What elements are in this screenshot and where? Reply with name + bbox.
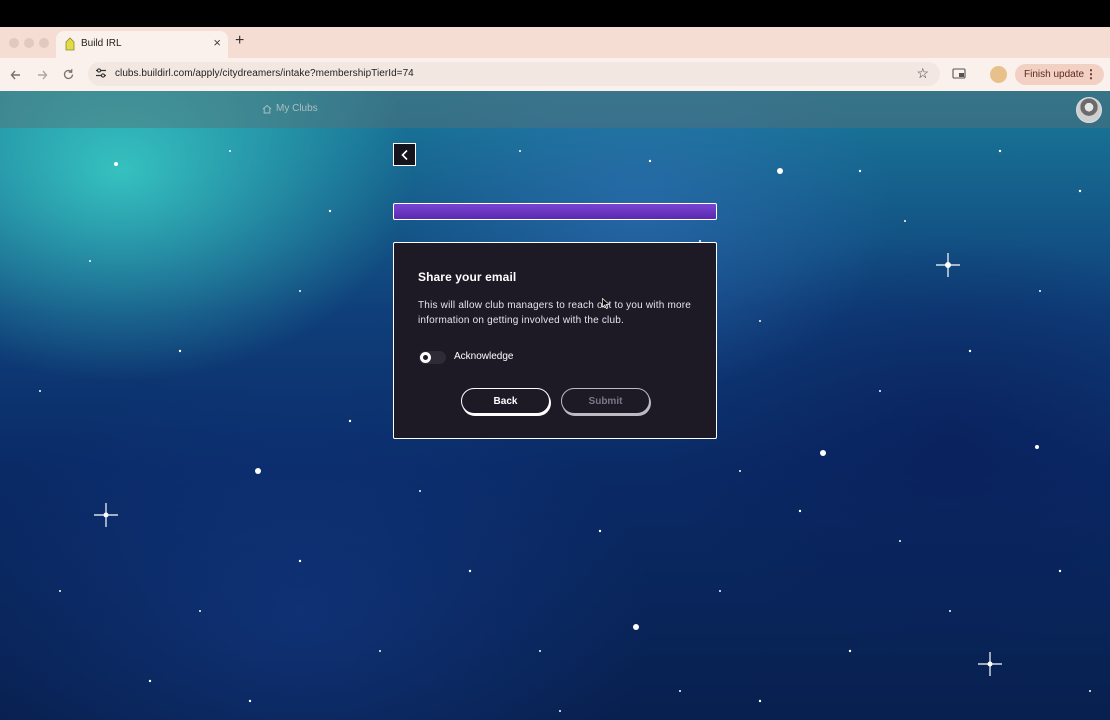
toggle-knob bbox=[420, 352, 431, 363]
more-menu-icon[interactable]: ⋮ bbox=[1085, 67, 1097, 81]
card-description: This will allow club managers to reach o… bbox=[418, 300, 692, 326]
card-title: Share your email bbox=[418, 270, 517, 284]
my-clubs-label: My Clubs bbox=[276, 103, 318, 114]
bookmark-star-icon[interactable]: ☆ bbox=[916, 65, 929, 82]
form-progress-bar bbox=[393, 203, 717, 220]
acknowledge-toggle[interactable] bbox=[419, 351, 446, 364]
cast-icon[interactable] bbox=[952, 67, 966, 81]
browser-tab-active[interactable]: Build IRL × bbox=[56, 31, 228, 58]
screen-top-bar bbox=[0, 0, 1110, 27]
profile-avatar-icon[interactable] bbox=[990, 66, 1007, 83]
my-clubs-link[interactable]: My Clubs bbox=[262, 103, 318, 114]
back-button[interactable]: Back bbox=[461, 388, 550, 414]
address-bar[interactable]: clubs.buildirl.com/apply/citydreamers/in… bbox=[88, 62, 940, 86]
home-icon bbox=[262, 104, 272, 113]
back-arrow-icon[interactable] bbox=[10, 69, 22, 81]
tab-title: Build IRL bbox=[81, 38, 122, 49]
mouse-cursor-icon bbox=[602, 298, 610, 309]
acknowledge-label: Acknowledge bbox=[454, 351, 514, 362]
browser-toolbar: clubs.buildirl.com/apply/citydreamers/in… bbox=[0, 58, 1110, 91]
close-tab-icon[interactable]: × bbox=[213, 35, 221, 50]
chevron-left-icon bbox=[400, 149, 408, 160]
back-nav-button[interactable] bbox=[393, 143, 416, 166]
finish-update-button[interactable]: Finish update ⋮ bbox=[1015, 64, 1104, 85]
site-navbar: My Clubs bbox=[0, 91, 1110, 128]
site-settings-icon[interactable] bbox=[95, 67, 107, 79]
submit-button[interactable]: Submit bbox=[561, 388, 650, 414]
email-share-card: Share your email This will allow club ma… bbox=[393, 242, 717, 439]
build-irl-favicon-icon bbox=[65, 37, 75, 51]
window-close-button[interactable] bbox=[9, 38, 19, 48]
url-text: clubs.buildirl.com/apply/citydreamers/in… bbox=[115, 68, 414, 79]
user-avatar[interactable] bbox=[1076, 97, 1102, 123]
window-maximize-button[interactable] bbox=[39, 38, 49, 48]
reload-icon[interactable] bbox=[62, 68, 75, 81]
new-tab-button[interactable]: + bbox=[235, 32, 244, 50]
page-content: My Clubs Share your email This will allo… bbox=[0, 91, 1110, 720]
forward-arrow-icon[interactable] bbox=[36, 69, 48, 81]
window-minimize-button[interactable] bbox=[24, 38, 34, 48]
finish-update-label: Finish update bbox=[1024, 69, 1085, 80]
